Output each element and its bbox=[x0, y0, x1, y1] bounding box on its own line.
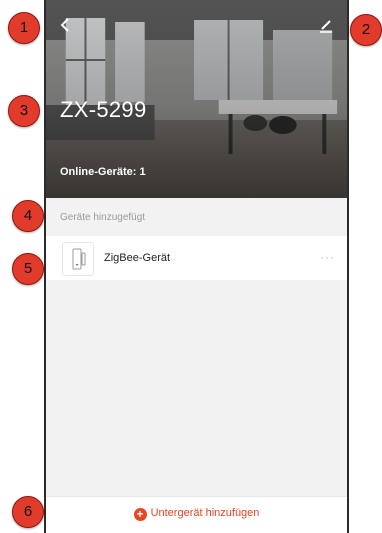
chevron-left-icon bbox=[60, 18, 69, 32]
callout-badge-3: 3 bbox=[8, 95, 40, 127]
bottom-bar: + Untergerät hinzufügen bbox=[46, 496, 347, 533]
door-sensor-icon bbox=[72, 248, 86, 270]
home-banner: ZX-5299 Online-Geräte: 1 bbox=[46, 0, 347, 198]
pencil-icon bbox=[320, 20, 332, 33]
app-screen: ZX-5299 Online-Geräte: 1 Geräte hinzugef… bbox=[44, 0, 349, 533]
callout-badge-6: 6 bbox=[12, 496, 44, 528]
callout-badge-4: 4 bbox=[12, 200, 44, 232]
home-name: ZX-5299 bbox=[60, 97, 147, 122]
callout-badge-5: 5 bbox=[12, 253, 44, 285]
edit-button[interactable] bbox=[315, 14, 337, 36]
callout-badge-2: 2 bbox=[350, 14, 382, 46]
back-button[interactable] bbox=[54, 14, 76, 36]
device-item-zigbee[interactable]: ZigBee-Gerät ··· bbox=[46, 236, 347, 280]
device-icon bbox=[62, 242, 94, 276]
plus-circle-icon: + bbox=[133, 508, 147, 521]
add-subdevice-button[interactable]: + Untergerät hinzufügen bbox=[46, 507, 347, 521]
callout-badge-1: 1 bbox=[8, 12, 40, 44]
devices-section-title: Geräte hinzugefügt bbox=[60, 212, 146, 223]
more-options-icon[interactable]: ··· bbox=[320, 250, 335, 264]
online-devices-label: Online-Geräte: 1 bbox=[60, 166, 146, 178]
device-name: ZigBee-Gerät bbox=[104, 252, 171, 264]
add-subdevice-label: Untergerät hinzufügen bbox=[150, 507, 260, 519]
